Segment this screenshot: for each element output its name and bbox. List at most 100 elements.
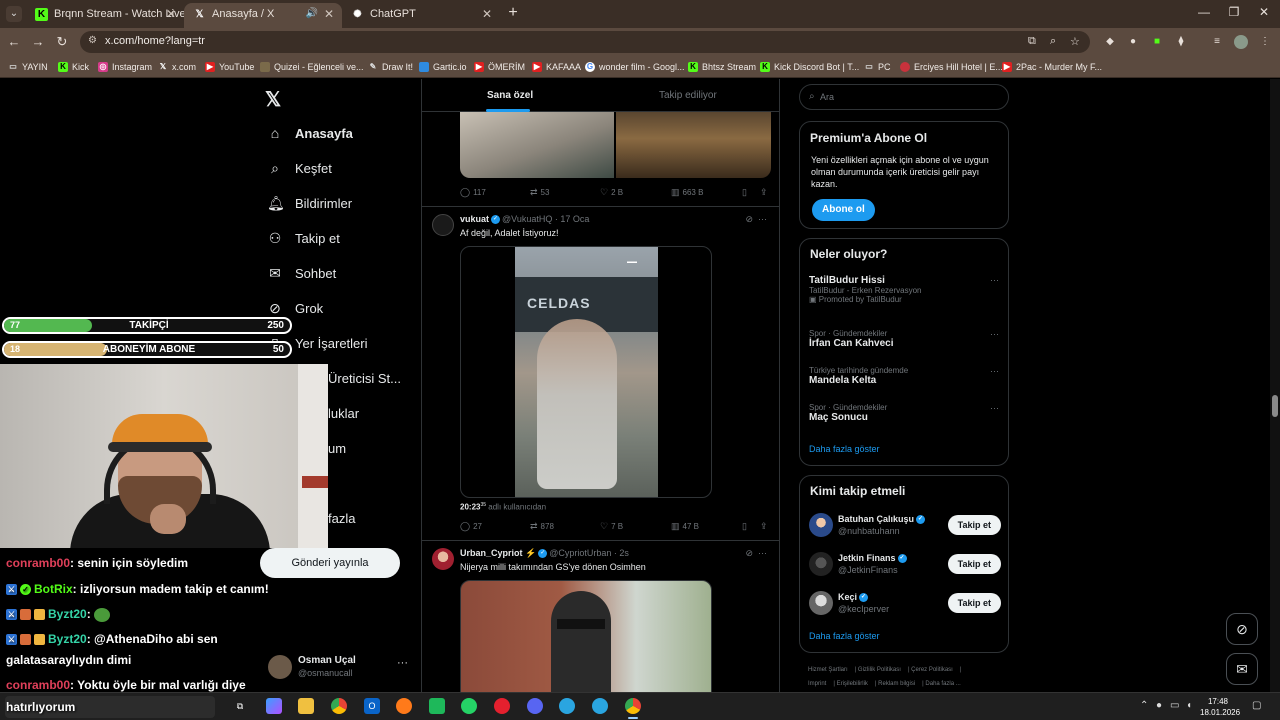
author-handle[interactable]: @VukuatHQ <box>502 214 552 224</box>
network-icon[interactable]: ▭ <box>1170 700 1179 711</box>
chrome-icon[interactable] <box>625 698 641 714</box>
tab-chatgpt[interactable]: ✺ ChatGPT ✕ <box>342 3 500 28</box>
avatar[interactable] <box>432 548 454 570</box>
extension-icon[interactable]: ◆ <box>1103 35 1117 49</box>
close-icon[interactable]: ✕ <box>482 3 492 25</box>
footer-link[interactable]: Gizlilik Politikası <box>858 667 901 673</box>
author-name[interactable]: vukuat <box>460 214 489 224</box>
bookmark-item[interactable]: Gwonder film - Googl... <box>585 60 685 74</box>
author-handle[interactable]: @CypriotUrban <box>549 548 611 558</box>
extension-icon[interactable]: ● <box>1126 35 1140 49</box>
tray-chevron-icon[interactable]: ⌃ <box>1140 700 1148 711</box>
reply-button[interactable]: ◯ 117 <box>460 187 486 198</box>
footer-link[interactable]: Reklam bilgisi <box>878 681 915 687</box>
share-button[interactable]: ⇪ <box>760 521 771 532</box>
minimize-button[interactable]: — <box>1194 5 1214 19</box>
search-input[interactable]: ⌕ Ara <box>799 84 1009 110</box>
tweet-date[interactable]: · 2s <box>614 548 629 558</box>
bookmark-button[interactable]: ▯ <box>742 521 750 532</box>
media-image[interactable] <box>616 112 771 178</box>
volume-icon[interactable]: ◖ <box>1186 700 1192 711</box>
address-bar[interactable]: ⚙ x.com/home?lang=tr ⧉ ⌕ ☆ <box>80 31 1090 53</box>
views-button[interactable]: ▥ 663 B <box>671 187 703 198</box>
bookmark-item[interactable]: ▶ ÖMERİM <box>474 60 525 74</box>
like-button[interactable]: ♡ 2 B <box>600 187 623 198</box>
more-icon[interactable]: ··· <box>758 214 767 224</box>
tab-search-button[interactable]: ⌄ <box>6 6 22 22</box>
tweet-media[interactable] <box>460 112 771 178</box>
zoom-icon[interactable]: ⌕ <box>1050 35 1056 48</box>
system-clock[interactable]: 17:48 18.01.2026 <box>1200 696 1240 718</box>
bookmark-item[interactable]: ▶ KAFAAA <box>532 60 581 74</box>
bookmark-item[interactable]: ▭ YAYIN <box>8 60 47 74</box>
bookmark-item[interactable]: ✎ Draw It! <box>368 60 413 74</box>
obs-icon[interactable] <box>429 698 445 714</box>
x-logo-icon[interactable]: 𝕏 <box>265 87 281 112</box>
scrollbar[interactable] <box>1270 79 1280 692</box>
more-icon[interactable]: ··· <box>990 366 999 376</box>
tweet-video[interactable]: CELDAS ▬▬ <box>460 246 712 498</box>
close-icon[interactable]: ✕ <box>324 3 334 25</box>
opera-icon[interactable] <box>494 698 510 714</box>
outlook-icon[interactable]: O <box>364 698 380 714</box>
bookmark-button[interactable]: ▯ <box>742 187 750 198</box>
footer-link[interactable]: Erişilebilirlik <box>837 681 868 687</box>
notification-icon[interactable]: ▢ <box>1252 700 1261 711</box>
repost-button[interactable]: ⇄ 53 <box>530 187 549 198</box>
profile-avatar[interactable] <box>1234 35 1248 49</box>
follow-button[interactable]: Takip et <box>947 593 1001 613</box>
follow-suggestion[interactable]: Batuhan Çalıkuşu ✓ @nuhbatuhann Takip et <box>809 512 1001 540</box>
telegram-icon[interactable] <box>592 698 608 714</box>
tweet-video[interactable] <box>460 580 712 692</box>
tab-for-you[interactable]: Sana özel <box>487 90 533 101</box>
bookmark-item[interactable]: K Kick <box>58 60 89 74</box>
forward-button[interactable]: → <box>30 34 46 50</box>
trend-item[interactable]: Spor · Gündemdekiler İrfan Can Kahveci ·… <box>809 329 999 365</box>
new-tab-button[interactable]: + <box>504 4 522 22</box>
bookmark-item[interactable]: 𝕏x.com <box>158 60 196 74</box>
extension-icon[interactable]: ■ <box>1150 35 1164 49</box>
star-icon[interactable]: ☆ <box>1070 35 1080 48</box>
bookmark-item[interactable]: Gartic.io <box>419 60 467 74</box>
like-button[interactable]: ♡ 7 B <box>600 521 623 532</box>
footer-link[interactable]: Daha fazla ... <box>925 681 960 687</box>
more-icon[interactable]: ··· <box>990 329 999 339</box>
footer-link[interactable]: Hizmet Şartları <box>808 667 848 673</box>
back-button[interactable]: ← <box>6 34 22 50</box>
footer-link[interactable]: Çerez Politikası <box>911 667 953 673</box>
trend-item[interactable]: TatilBudur Hissi TatilBudur - Erken Reze… <box>809 275 999 315</box>
microphone-icon[interactable]: ● <box>1156 700 1162 711</box>
task-view-icon[interactable]: ⧉ <box>232 698 248 714</box>
tab-x-home[interactable]: 𝕏 Anasayfa / X 🔊 ✕ <box>184 3 342 28</box>
show-more-link[interactable]: Daha fazla göster <box>809 444 880 454</box>
trend-item[interactable]: Spor · Gündemdekiler Maç Sonucu ··· <box>809 403 999 439</box>
more-icon[interactable]: ··· <box>990 403 999 413</box>
bookmark-item[interactable]: Quizei - Eğlenceli ve... <box>260 60 364 74</box>
account-switcher[interactable]: Osman Uçal @osmanucall ··· <box>268 653 412 685</box>
reply-button[interactable]: ◯ 27 <box>460 521 482 532</box>
follow-suggestion[interactable]: Keçi ✓ @kecIperver Takip et <box>809 590 1001 618</box>
footer-link[interactable]: Imprint <box>808 681 826 687</box>
menu-icon[interactable]: ⋮ <box>1258 35 1272 49</box>
reload-button[interactable]: ↻ <box>54 34 70 50</box>
bookmark-item[interactable]: ▭ PC <box>864 60 890 74</box>
whatsapp-icon[interactable] <box>461 698 477 714</box>
more-icon[interactable]: ··· <box>990 275 999 285</box>
chrome-icon[interactable] <box>331 698 347 714</box>
restore-button[interactable]: ❐ <box>1224 5 1244 19</box>
author-name[interactable]: Urban_Cypriot ⚡ <box>460 548 536 558</box>
bookmark-item[interactable]: ▶ 2Pac - Murder My F... <box>1002 60 1102 74</box>
bookmark-item[interactable]: K Bhtsz Stream <box>688 60 756 74</box>
tweet-date[interactable]: · 17 Oca <box>555 214 590 224</box>
speaker-icon[interactable]: 🔊 <box>306 3 318 25</box>
telegram-icon[interactable] <box>559 698 575 714</box>
grok-fab-button[interactable]: ⊘ <box>1226 613 1258 645</box>
avatar[interactable] <box>432 214 454 236</box>
scrollbar-thumb[interactable] <box>1272 395 1278 417</box>
follow-button[interactable]: Takip et <box>947 515 1001 535</box>
media-image[interactable] <box>460 112 614 178</box>
bookmark-item[interactable]: Erciyes Hill Hotel | E... <box>900 60 1003 74</box>
close-icon[interactable]: ✕ <box>166 3 176 25</box>
tab-list-icon[interactable]: ≡ <box>1210 35 1224 49</box>
puzzle-icon[interactable]: ⧫ <box>1174 35 1188 49</box>
